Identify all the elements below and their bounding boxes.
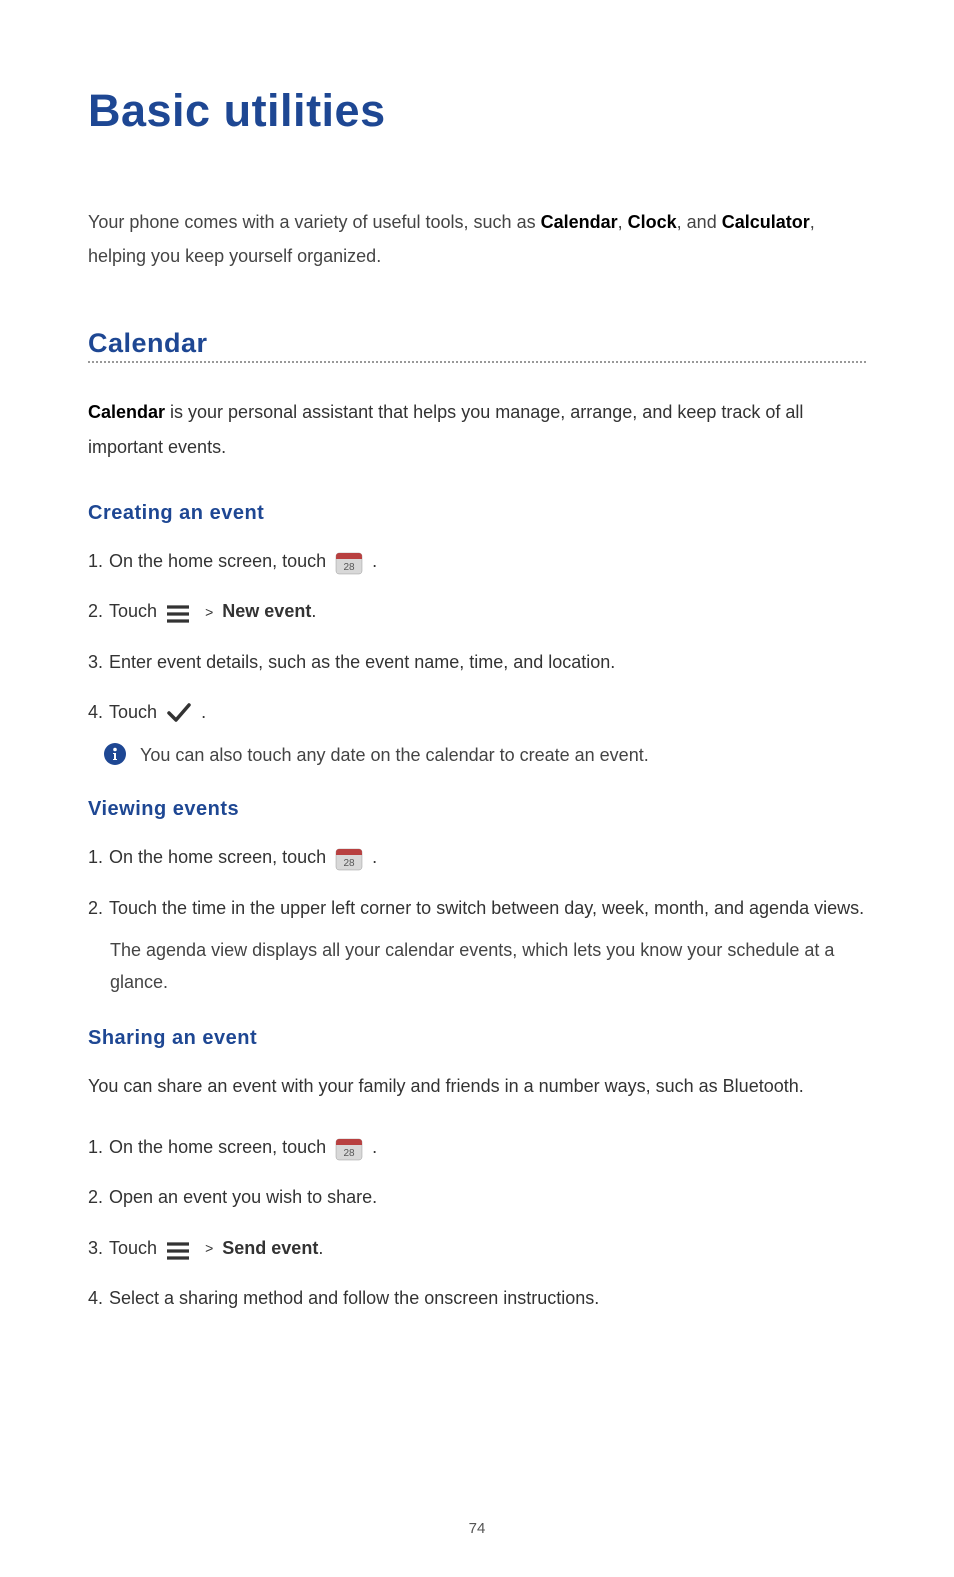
viewing-events-heading: Viewing events <box>88 798 866 821</box>
step-item: 2. Touch the time in the upper left corn… <box>88 892 866 924</box>
calendar-icon: 28 <box>335 1135 363 1161</box>
step-text: Touch <box>109 601 162 621</box>
intro-sep2: , and <box>677 212 722 232</box>
step-end: . <box>372 847 377 867</box>
step-item: 1. On the home screen, touch 28 . <box>88 1131 866 1163</box>
calendar-icon: 28 <box>335 549 363 575</box>
gt-symbol: > <box>205 1240 213 1256</box>
step-number: 1. <box>88 545 103 577</box>
calendar-desc-rest: is your personal assistant that helps yo… <box>88 402 803 456</box>
step-content: Touch > New event. <box>109 595 316 627</box>
intro-bold-clock: Clock <box>628 212 677 232</box>
step-end: . <box>372 1137 377 1157</box>
sharing-event-steps: 1. On the home screen, touch 28 . 2. Ope… <box>88 1131 866 1315</box>
step-item: 4. Touch . <box>88 696 866 728</box>
sharing-event-heading: Sharing an event <box>88 1027 866 1050</box>
info-icon <box>104 743 126 765</box>
step-text: On the home screen, touch <box>109 1137 331 1157</box>
svg-text:28: 28 <box>344 1148 356 1159</box>
step-text: Touch <box>109 702 162 722</box>
intro-sep1: , <box>618 212 628 232</box>
step-content: On the home screen, touch 28 . <box>109 841 377 873</box>
creating-event-steps: 1. On the home screen, touch 28 . 2. Tou… <box>88 545 866 729</box>
step-content: On the home screen, touch 28 . <box>109 1131 377 1163</box>
section-divider <box>88 361 866 363</box>
step-end: . <box>311 601 316 621</box>
step-content: Touch the time in the upper left corner … <box>109 892 864 924</box>
step-number: 4. <box>88 1282 103 1314</box>
step-item: 4. Select a sharing method and follow th… <box>88 1282 866 1314</box>
step-number: 1. <box>88 841 103 873</box>
step-end: . <box>372 551 377 571</box>
intro-prefix: Your phone comes with a variety of usefu… <box>88 212 541 232</box>
intro-bold-calculator: Calculator <box>722 212 810 232</box>
step-bold: Send event <box>222 1238 318 1258</box>
step-item: 3. Enter event details, such as the even… <box>88 646 866 678</box>
calendar-icon: 28 <box>335 845 363 871</box>
step-text: Touch <box>109 1238 162 1258</box>
note-text: You can also touch any date on the calen… <box>140 741 649 770</box>
step-number: 2. <box>88 1181 103 1213</box>
step-text: On the home screen, touch <box>109 551 331 571</box>
step-content: Open an event you wish to share. <box>109 1181 377 1213</box>
step-number: 4. <box>88 696 103 728</box>
step-number: 1. <box>88 1131 103 1163</box>
menu-icon <box>166 602 190 622</box>
step-content: Select a sharing method and follow the o… <box>109 1282 599 1314</box>
check-icon <box>166 702 192 724</box>
gt-symbol: > <box>205 604 213 620</box>
viewing-events-steps: 1. On the home screen, touch 28 . 2. Tou… <box>88 841 866 924</box>
step-number: 2. <box>88 892 103 924</box>
step-item: 3. Touch > Send event. <box>88 1232 866 1264</box>
calendar-desc-bold: Calendar <box>88 402 165 422</box>
svg-text:28: 28 <box>344 858 356 869</box>
step-item: 1. On the home screen, touch 28 . <box>88 545 866 577</box>
step-end: . <box>201 702 206 722</box>
step-number: 3. <box>88 1232 103 1264</box>
step-content: Touch > Send event. <box>109 1232 323 1264</box>
step-content: Enter event details, such as the event n… <box>109 646 615 678</box>
page-title: Basic utilities <box>88 85 866 137</box>
sharing-intro: You can share an event with your family … <box>88 1070 866 1103</box>
step-item: 1. On the home screen, touch 28 . <box>88 841 866 873</box>
step-number: 3. <box>88 646 103 678</box>
svg-text:28: 28 <box>344 562 356 573</box>
intro-bold-calendar: Calendar <box>541 212 618 232</box>
calendar-description: Calendar is your personal assistant that… <box>88 395 866 463</box>
step-content: On the home screen, touch 28 . <box>109 545 377 577</box>
viewing-detail: The agenda view displays all your calend… <box>110 934 866 999</box>
step-bold: New event <box>222 601 311 621</box>
step-item: 2. Open an event you wish to share. <box>88 1181 866 1213</box>
menu-icon <box>166 1239 190 1259</box>
step-number: 2. <box>88 595 103 627</box>
info-note: You can also touch any date on the calen… <box>104 741 866 770</box>
creating-event-heading: Creating an event <box>88 502 866 525</box>
calendar-heading: Calendar <box>88 328 866 359</box>
intro-paragraph: Your phone comes with a variety of usefu… <box>88 205 866 273</box>
page-number: 74 <box>469 1520 486 1537</box>
step-end: . <box>318 1238 323 1258</box>
step-item: 2. Touch > New event. <box>88 595 866 627</box>
step-text: On the home screen, touch <box>109 847 331 867</box>
step-content: Touch . <box>109 696 206 728</box>
